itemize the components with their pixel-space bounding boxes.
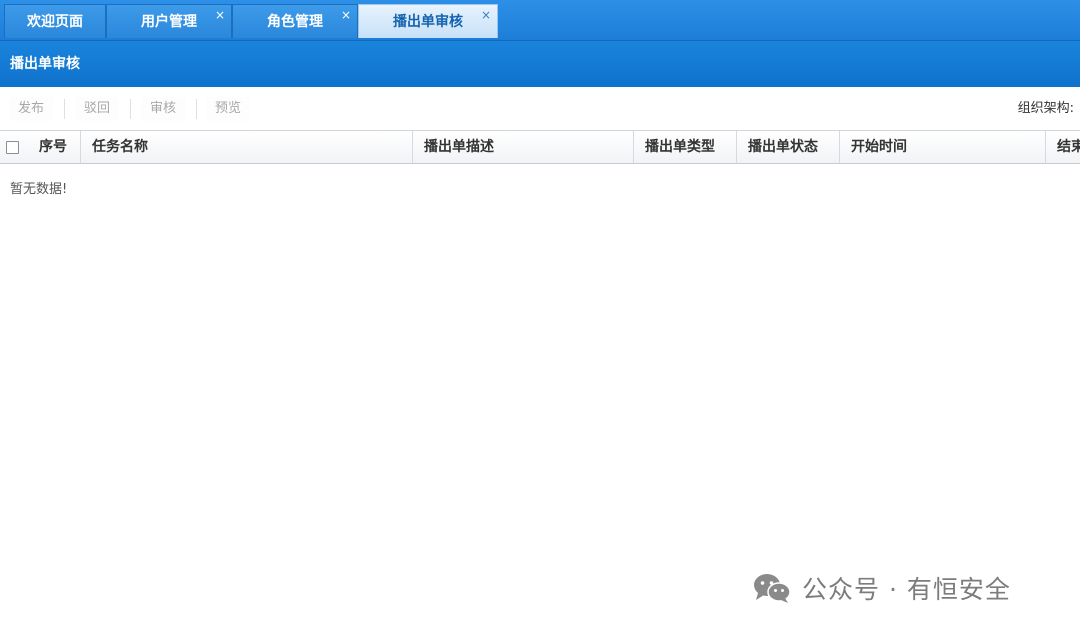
org-structure-label: 组织架构: [1017,101,1074,116]
tab-label: 角色管理 [267,14,323,30]
column-header-checkbox [0,131,28,163]
column-header-playlist-description[interactable]: 播出单描述 [413,131,634,163]
tab-label: 用户管理 [141,14,197,30]
column-header-task-name[interactable]: 任务名称 [81,131,413,163]
reject-button[interactable]: 驳回 [75,97,119,121]
select-all-checkbox[interactable] [6,141,19,154]
toolbar: 发布 驳回 审核 预览 组织架构: [0,88,1080,130]
toolbar-divider [64,99,65,119]
toolbar-divider [196,99,197,119]
review-button[interactable]: 审核 [141,97,185,121]
column-header-playlist-status[interactable]: 播出单状态 [737,131,840,163]
watermark: 公众号 · 有恒安全 [752,568,1011,608]
tab-welcome[interactable]: 欢迎页面 [4,4,106,38]
column-header-start-time[interactable]: 开始时间 [840,131,1046,163]
empty-message: 暂无数据! [10,182,68,197]
tab-playlist-review[interactable]: 播出单审核 × [358,4,498,38]
tab-bar: 欢迎页面 用户管理 × 角色管理 × 播出单审核 × [0,0,1080,41]
tab-label: 播出单审核 [393,14,463,30]
wechat-logo-icon [754,574,791,603]
grid-header: 序号 任务名称 播出单描述 播出单类型 播出单状态 开始时间 结束 [0,130,1080,164]
close-icon[interactable]: × [341,0,351,32]
panel-header: 播出单审核 [0,41,1080,87]
publish-button[interactable]: 发布 [9,97,53,121]
close-icon[interactable]: × [215,0,225,32]
column-header-index[interactable]: 序号 [28,131,81,163]
tab-label: 欢迎页面 [27,14,83,30]
close-icon[interactable]: × [481,0,491,32]
column-header-end-time[interactable]: 结束 [1046,131,1080,163]
watermark-text: 公众号 · 有恒安全 [802,575,1011,604]
toolbar-divider [130,99,131,119]
tab-role-management[interactable]: 角色管理 × [232,4,358,38]
tab-user-management[interactable]: 用户管理 × [106,4,232,38]
preview-button[interactable]: 预览 [206,97,250,121]
column-header-playlist-type[interactable]: 播出单类型 [634,131,737,163]
page-title: 播出单审核 [10,56,80,72]
